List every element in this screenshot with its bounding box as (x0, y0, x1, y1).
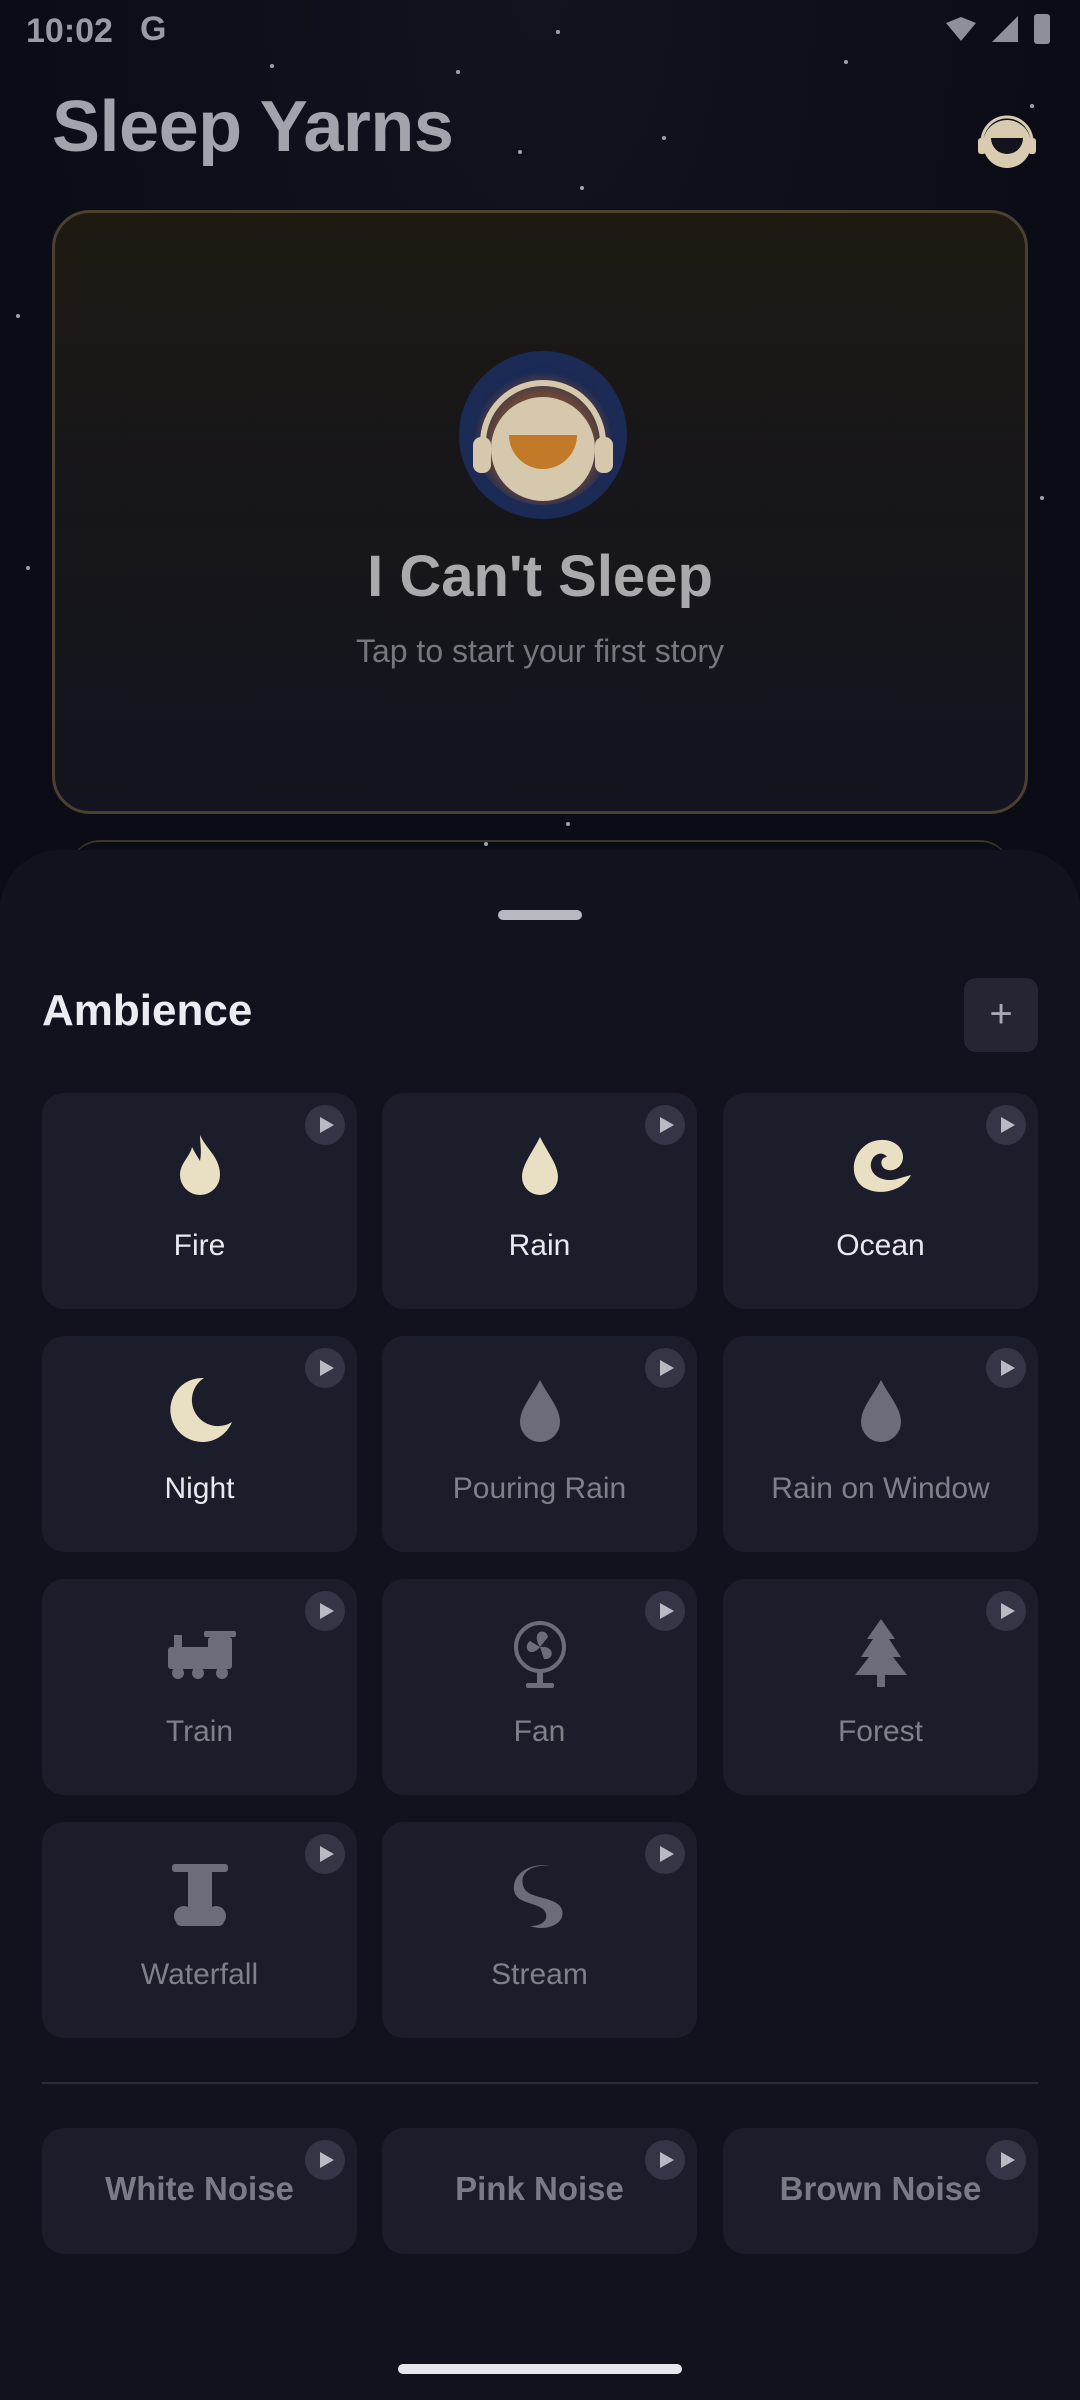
play-icon[interactable] (305, 1834, 345, 1874)
cell-signal-icon (992, 16, 1018, 42)
wifi-icon (946, 17, 976, 41)
gesture-home-bar[interactable] (398, 2364, 682, 2374)
play-icon[interactable] (645, 1834, 685, 1874)
noise-label: Brown Noise (779, 2170, 982, 2207)
play-icon[interactable] (645, 1105, 685, 1145)
add-sound-button[interactable]: + (964, 978, 1038, 1052)
train-icon (167, 1631, 236, 1679)
moon-icon (169, 1377, 232, 1442)
tile-label: Fire (173, 1229, 226, 1262)
profile-avatar-button[interactable] (974, 108, 1040, 174)
sound-tile-rain-on-window[interactable]: Rain on Window (723, 1336, 1038, 1552)
drag-handle[interactable] (498, 910, 582, 920)
tile-label: Pouring Rain (452, 1472, 627, 1505)
status-bar: 10:02 G (0, 0, 1080, 62)
noise-label: White Noise (105, 2170, 294, 2207)
tile-label: Rain on Window (771, 1472, 990, 1505)
sound-tile-rain[interactable]: Rain (382, 1093, 697, 1309)
tile-label: Train (165, 1715, 234, 1748)
section-divider (42, 2082, 1038, 2084)
system-icons (946, 14, 1050, 44)
sound-tile-stream[interactable]: Stream (382, 1822, 697, 2038)
tile-label: Waterfall (140, 1958, 259, 1991)
fire-icon (179, 1135, 220, 1195)
sleeper-headphones-icon (978, 115, 1036, 168)
noise-label: Pink Noise (455, 2170, 624, 2207)
sound-tile-fire[interactable]: Fire (42, 1093, 357, 1309)
sound-tile-waterfall[interactable]: Waterfall (42, 1822, 357, 2038)
tile-label: Rain (508, 1229, 571, 1262)
sound-tile-forest[interactable]: Forest (723, 1579, 1038, 1795)
raindrop-icon (519, 1380, 560, 1442)
tile-label: Forest (837, 1715, 924, 1748)
google-g-icon: G (140, 10, 167, 48)
hero-subtitle: Tap to start your first story (355, 633, 725, 669)
play-icon[interactable] (986, 1105, 1026, 1145)
cant-sleep-card[interactable]: I Can't Sleep Tap to start your first st… (52, 210, 1028, 814)
raindrop-icon (521, 1137, 558, 1195)
status-time: 10:02 (26, 12, 113, 50)
pink-noise-button[interactable]: Pink Noise (382, 2128, 697, 2254)
brown-noise-button[interactable]: Brown Noise (723, 2128, 1038, 2254)
play-icon[interactable] (305, 1591, 345, 1631)
tile-label: Night (164, 1472, 235, 1505)
sleeper-headphones-icon (459, 351, 627, 519)
sound-tile-night[interactable]: Night (42, 1336, 357, 1552)
stream-icon (513, 1865, 563, 1929)
pine-tree-icon (854, 1619, 907, 1687)
tile-label: Ocean (836, 1229, 925, 1262)
raindrop-icon (860, 1380, 901, 1442)
waterfall-icon (171, 1864, 228, 1926)
wave-icon (853, 1139, 911, 1192)
battery-icon (1034, 14, 1050, 44)
sound-tile-train[interactable]: Train (42, 1579, 357, 1795)
tile-label: Stream (491, 1958, 588, 1991)
sound-tile-ocean[interactable]: Ocean (723, 1093, 1038, 1309)
app-title: Sleep Yarns (52, 87, 454, 167)
hero-title: I Can't Sleep (367, 544, 713, 609)
white-noise-button[interactable]: White Noise (42, 2128, 357, 2254)
tile-label: Fan (513, 1715, 566, 1748)
ambience-bottom-sheet[interactable]: Ambience + Fire Rain Ocean Night Pouring… (0, 850, 1080, 2400)
play-icon[interactable] (305, 1348, 345, 1388)
section-title: Ambience (42, 986, 253, 1035)
play-icon[interactable] (986, 1348, 1026, 1388)
play-icon[interactable] (645, 1348, 685, 1388)
play-icon[interactable] (645, 1591, 685, 1631)
play-icon[interactable] (986, 1591, 1026, 1631)
sound-tile-pouring-rain[interactable]: Pouring Rain (382, 1336, 697, 1552)
fan-icon (513, 1621, 566, 1688)
play-icon[interactable] (305, 1105, 345, 1145)
sound-tile-fan[interactable]: Fan (382, 1579, 697, 1795)
